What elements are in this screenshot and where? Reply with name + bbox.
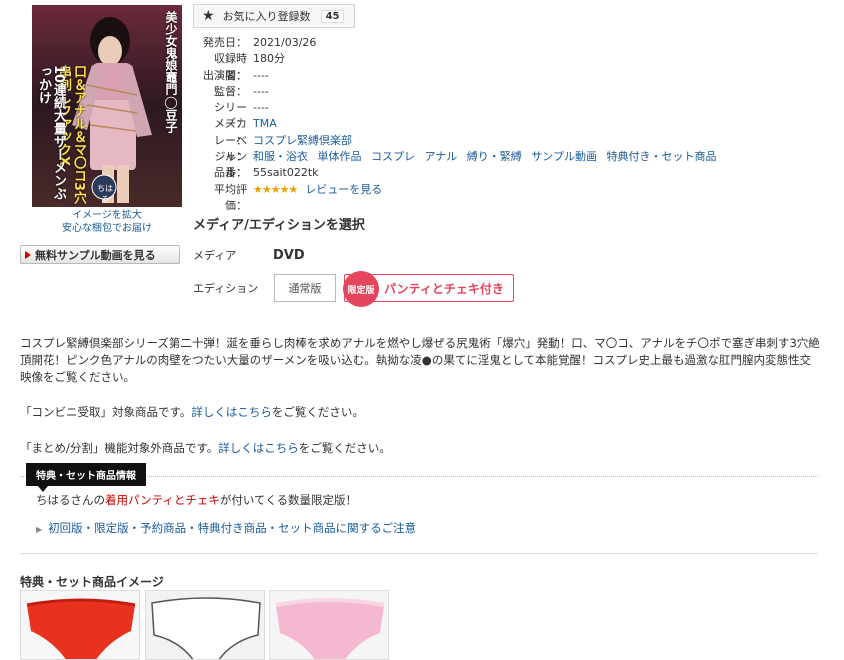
tokuten-text: ちはるさんの着用パンティとチェキが付いてくる数量限定版！ xyxy=(36,492,357,508)
genre-link[interactable]: 縛り・緊縛 xyxy=(467,150,522,163)
free-sample-label: 無料サンプル動画を見る xyxy=(35,248,156,262)
cover-title-3: 10連続大量ザーメンぶっかけ xyxy=(36,65,66,201)
conbini-notice: 「コンビニ受取」対象商品です。詳しくはこちらをご覧ください。 xyxy=(20,404,364,420)
cast-label: 出演者： xyxy=(203,68,247,82)
release-label: 発売日： xyxy=(203,36,247,49)
cover-caption[interactable]: イメージを拡大 安心な梱包でお届け xyxy=(32,209,182,235)
review-link[interactable]: レビューを見る xyxy=(305,183,382,196)
edition-row: エディション 通常版 限定版 パンティとチェキ付き xyxy=(193,271,514,307)
director-label: 監督： xyxy=(214,84,247,98)
edition-normal-button[interactable]: 通常版 xyxy=(274,274,336,302)
free-sample-button[interactable]: 無料サンプル動画を見る xyxy=(20,245,180,264)
edition-limited-button[interactable]: 限定版 パンティとチェキ付き xyxy=(343,271,514,307)
bonus-image-thumbnail[interactable] xyxy=(20,590,140,660)
tokuten-text-red1: 着用 xyxy=(105,493,128,507)
star-icon: ★ xyxy=(202,8,215,24)
images-title: 特典・セット商品イメージ xyxy=(20,575,164,589)
rating-label: 平均評価： xyxy=(214,182,247,212)
maker-label: メーカー： xyxy=(214,117,247,147)
media-value: DVD xyxy=(273,247,305,263)
matome-details-link[interactable]: 詳しくはこちら xyxy=(218,441,299,455)
rating-stars-icon: ★★★★★ xyxy=(253,182,298,196)
tokuten-text-post: が付いてくる数量限定版！ xyxy=(219,493,357,507)
play-icon xyxy=(25,250,31,259)
performer-badge: ちはる xyxy=(97,184,113,204)
matome-notice: 「まとめ/分割」機能対象外商品です。詳しくはこちらをご覧ください。 xyxy=(20,440,391,456)
cover-title-1: 美少女鬼娘竈門◯豆子 xyxy=(164,11,178,133)
genre-link[interactable]: アナル xyxy=(425,150,458,163)
conbini-text-post: をご覧ください。 xyxy=(271,405,364,419)
media-row: メディア DVD xyxy=(193,247,305,263)
release-value: 2021/03/26 xyxy=(253,36,317,49)
genre-label: ジャンル： xyxy=(214,150,247,180)
genre-list: 和服・浴衣 単体作品 コスプレ アナル 縛り・緊縛 サンプル動画 特典付き・セッ… xyxy=(253,149,722,165)
genre-link[interactable]: 和服・浴衣 xyxy=(253,150,308,163)
red-panty-image xyxy=(21,591,139,659)
tokuten-notice[interactable]: ▶ 初回版・限定版・予約商品・特典付き商品・セット商品に関するご注意 xyxy=(36,520,416,536)
genre-link[interactable]: サンプル動画 xyxy=(531,150,597,163)
cover-image[interactable]: 美少女鬼娘竈門◯豆子 口＆アナル＆マ〇コ3穴串刺しファックX 10連続大量ザーメ… xyxy=(32,5,182,207)
product-info: 発売日： 2021/03/26 収録時間： 180分 出演者： ---- 監督： ---… xyxy=(195,35,722,212)
tokuten-tag: 特典・セット商品情報 xyxy=(26,463,146,492)
duration-label: 収録時間： xyxy=(214,52,247,82)
label-link[interactable]: コスプレ緊縛倶楽部 xyxy=(253,134,352,147)
tokuten-section: 特典・セット商品情報 ちはるさんの着用パンティとチェキが付いてくる数量限定版！ … xyxy=(20,463,818,554)
favorite-label: お気に入り登録数 xyxy=(222,10,311,23)
pink-panty-image xyxy=(270,591,388,659)
label-label: レーベル： xyxy=(214,133,247,164)
code-label: 品番： xyxy=(214,166,247,180)
packaging-link[interactable]: 安心な梱包でお届け xyxy=(32,222,182,235)
tokuten-text-pre: ちはるさんの xyxy=(36,493,105,507)
conbini-details-link[interactable]: 詳しくはこちら xyxy=(191,405,272,419)
genre-link[interactable]: コスプレ xyxy=(371,150,415,163)
genre-link[interactable]: 単体作品 xyxy=(318,150,362,163)
duration-value: 180分 xyxy=(253,52,285,66)
matome-text-post: をご覧ください。 xyxy=(298,441,391,455)
bonus-image-thumbnail[interactable] xyxy=(145,590,265,660)
enlarge-image-link[interactable]: イメージを拡大 xyxy=(32,209,182,222)
conbini-text: 「コンビニ受取」対象商品です。 xyxy=(20,405,192,419)
genre-link[interactable]: 特典付き・セット商品 xyxy=(606,150,716,163)
white-panty-image xyxy=(146,591,264,659)
media-label: メディア xyxy=(193,249,237,262)
tokuten-text-red2: パンティとチェキ xyxy=(128,493,220,507)
director-value: ---- xyxy=(253,84,269,98)
matome-text: 「まとめ/分割」機能対象外商品です。 xyxy=(20,441,219,455)
cast-value: ---- xyxy=(253,68,269,82)
series-label: シリーズ： xyxy=(214,101,247,131)
product-description: コスプレ緊縛倶楽部シリーズ第二十弾！涎を垂らし肉棒を求めアナルを燃やし爆ぜる尻鬼… xyxy=(20,336,820,384)
edition-limited-label: パンティとチェキ付き xyxy=(384,281,504,296)
arrow-right-icon: ▶ xyxy=(36,525,43,534)
favorite-button[interactable]: ★ お気に入り登録数 45 xyxy=(193,4,355,28)
media-section-title: メディア/エディションを選択 xyxy=(193,218,365,233)
limited-badge: 限定版 xyxy=(343,271,379,307)
maker-link[interactable]: TMA xyxy=(253,117,277,130)
series-value: ---- xyxy=(253,101,269,115)
bonus-image-thumbnail[interactable] xyxy=(269,590,389,660)
tokuten-notice-link[interactable]: 初回版・限定版・予約商品・特典付き商品・セット商品に関するご注意 xyxy=(48,521,416,535)
favorite-count: 45 xyxy=(320,9,345,23)
code-value: 55sait022tk xyxy=(253,166,319,180)
edition-label: エディション xyxy=(193,282,259,295)
